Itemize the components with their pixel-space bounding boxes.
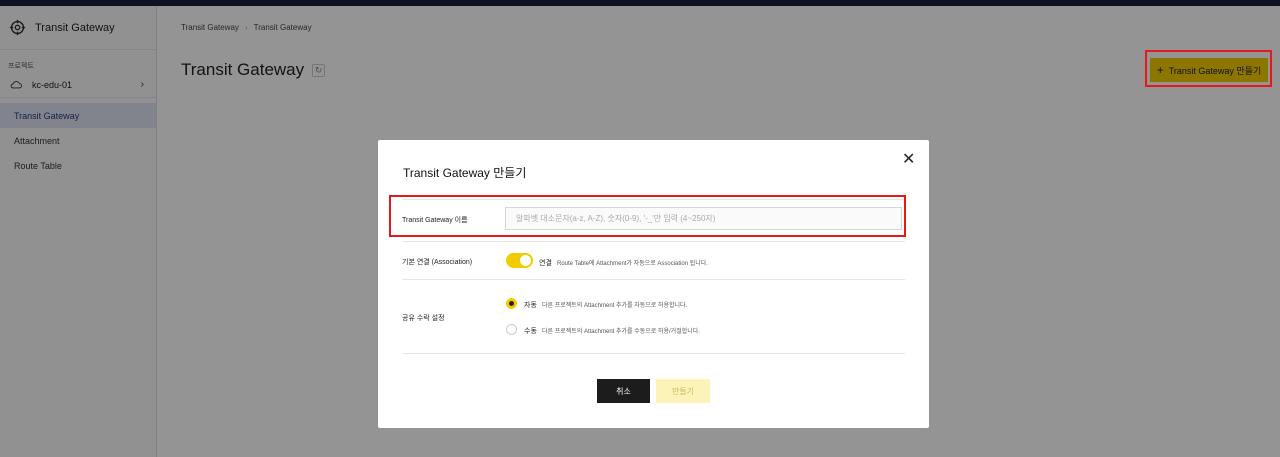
divider	[402, 199, 905, 200]
name-field-label: Transit Gateway 이름	[402, 217, 468, 224]
association-description: Route Table에 Attachment가 자동으로 Associatio…	[557, 261, 708, 267]
association-toggle-label: 연결	[539, 260, 552, 267]
radio-auto-description: 다른 프로젝트의 Attachment 추가를 자동으로 허용합니다.	[542, 303, 688, 309]
submit-create-button[interactable]: 만들기	[656, 379, 710, 403]
dialog-title: Transit Gateway 만들기	[403, 166, 527, 180]
divider	[402, 353, 905, 354]
radio-auto-label: 자동	[524, 302, 537, 309]
radio-auto-accept[interactable]	[506, 298, 517, 309]
divider	[402, 241, 905, 242]
association-label: 기본 연결 (Association)	[402, 259, 473, 266]
radio-manual-description: 다른 프로젝트의 Attachment 추가를 수동으로 허용/거절합니다.	[542, 329, 700, 335]
close-icon[interactable]: ✕	[902, 152, 915, 168]
sharing-settings-label: 공유 수락 설정	[402, 315, 445, 322]
toggle-knob	[520, 255, 531, 266]
association-toggle[interactable]	[506, 253, 533, 268]
radio-manual-label: 수동	[524, 328, 537, 335]
divider	[402, 279, 905, 280]
create-transit-gateway-dialog: Transit Gateway 만들기 ✕ Transit Gateway 이름…	[378, 140, 929, 428]
cancel-button[interactable]: 취소	[597, 379, 650, 403]
transit-gateway-name-input[interactable]	[505, 207, 902, 230]
radio-manual-accept[interactable]	[506, 324, 517, 335]
